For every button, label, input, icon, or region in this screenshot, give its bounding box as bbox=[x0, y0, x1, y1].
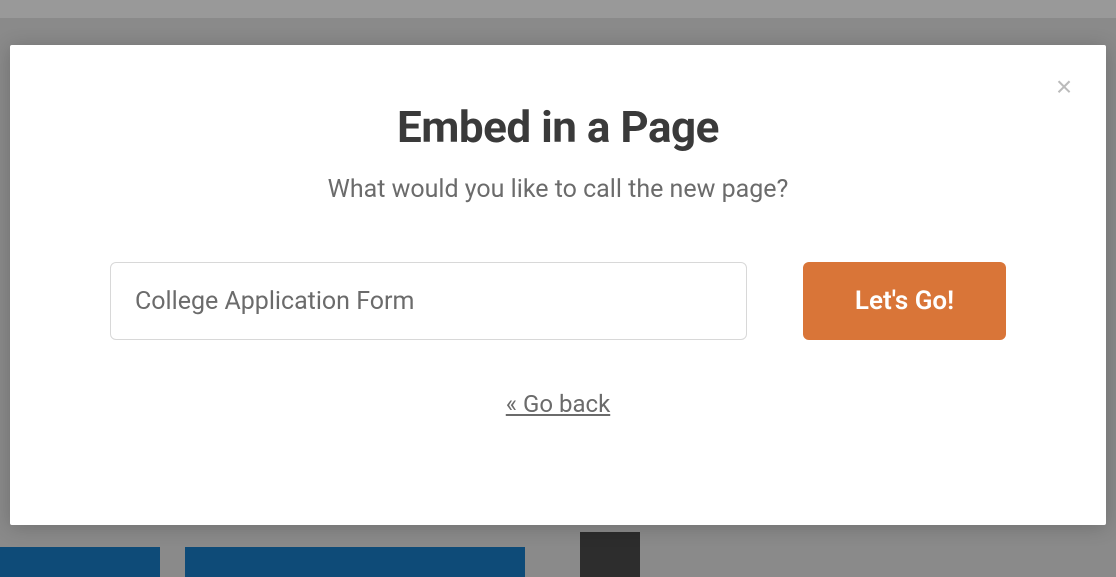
modal-subtitle: What would you like to call the new page… bbox=[10, 175, 1106, 204]
backdrop-bar bbox=[0, 547, 160, 577]
backdrop-block bbox=[580, 532, 640, 577]
modal-title: Embed in a Page bbox=[10, 101, 1106, 153]
embed-page-modal: × Embed in a Page What would you like to… bbox=[10, 45, 1106, 525]
page-name-input[interactable] bbox=[110, 262, 747, 340]
backdrop-bar bbox=[185, 547, 525, 577]
close-icon: × bbox=[1056, 73, 1072, 101]
form-row: Let's Go! bbox=[10, 262, 1106, 340]
lets-go-button[interactable]: Let's Go! bbox=[803, 262, 1006, 340]
go-back-link[interactable]: « Go back bbox=[10, 390, 1106, 418]
backdrop-strip bbox=[0, 0, 1116, 18]
close-button[interactable]: × bbox=[1050, 73, 1078, 101]
